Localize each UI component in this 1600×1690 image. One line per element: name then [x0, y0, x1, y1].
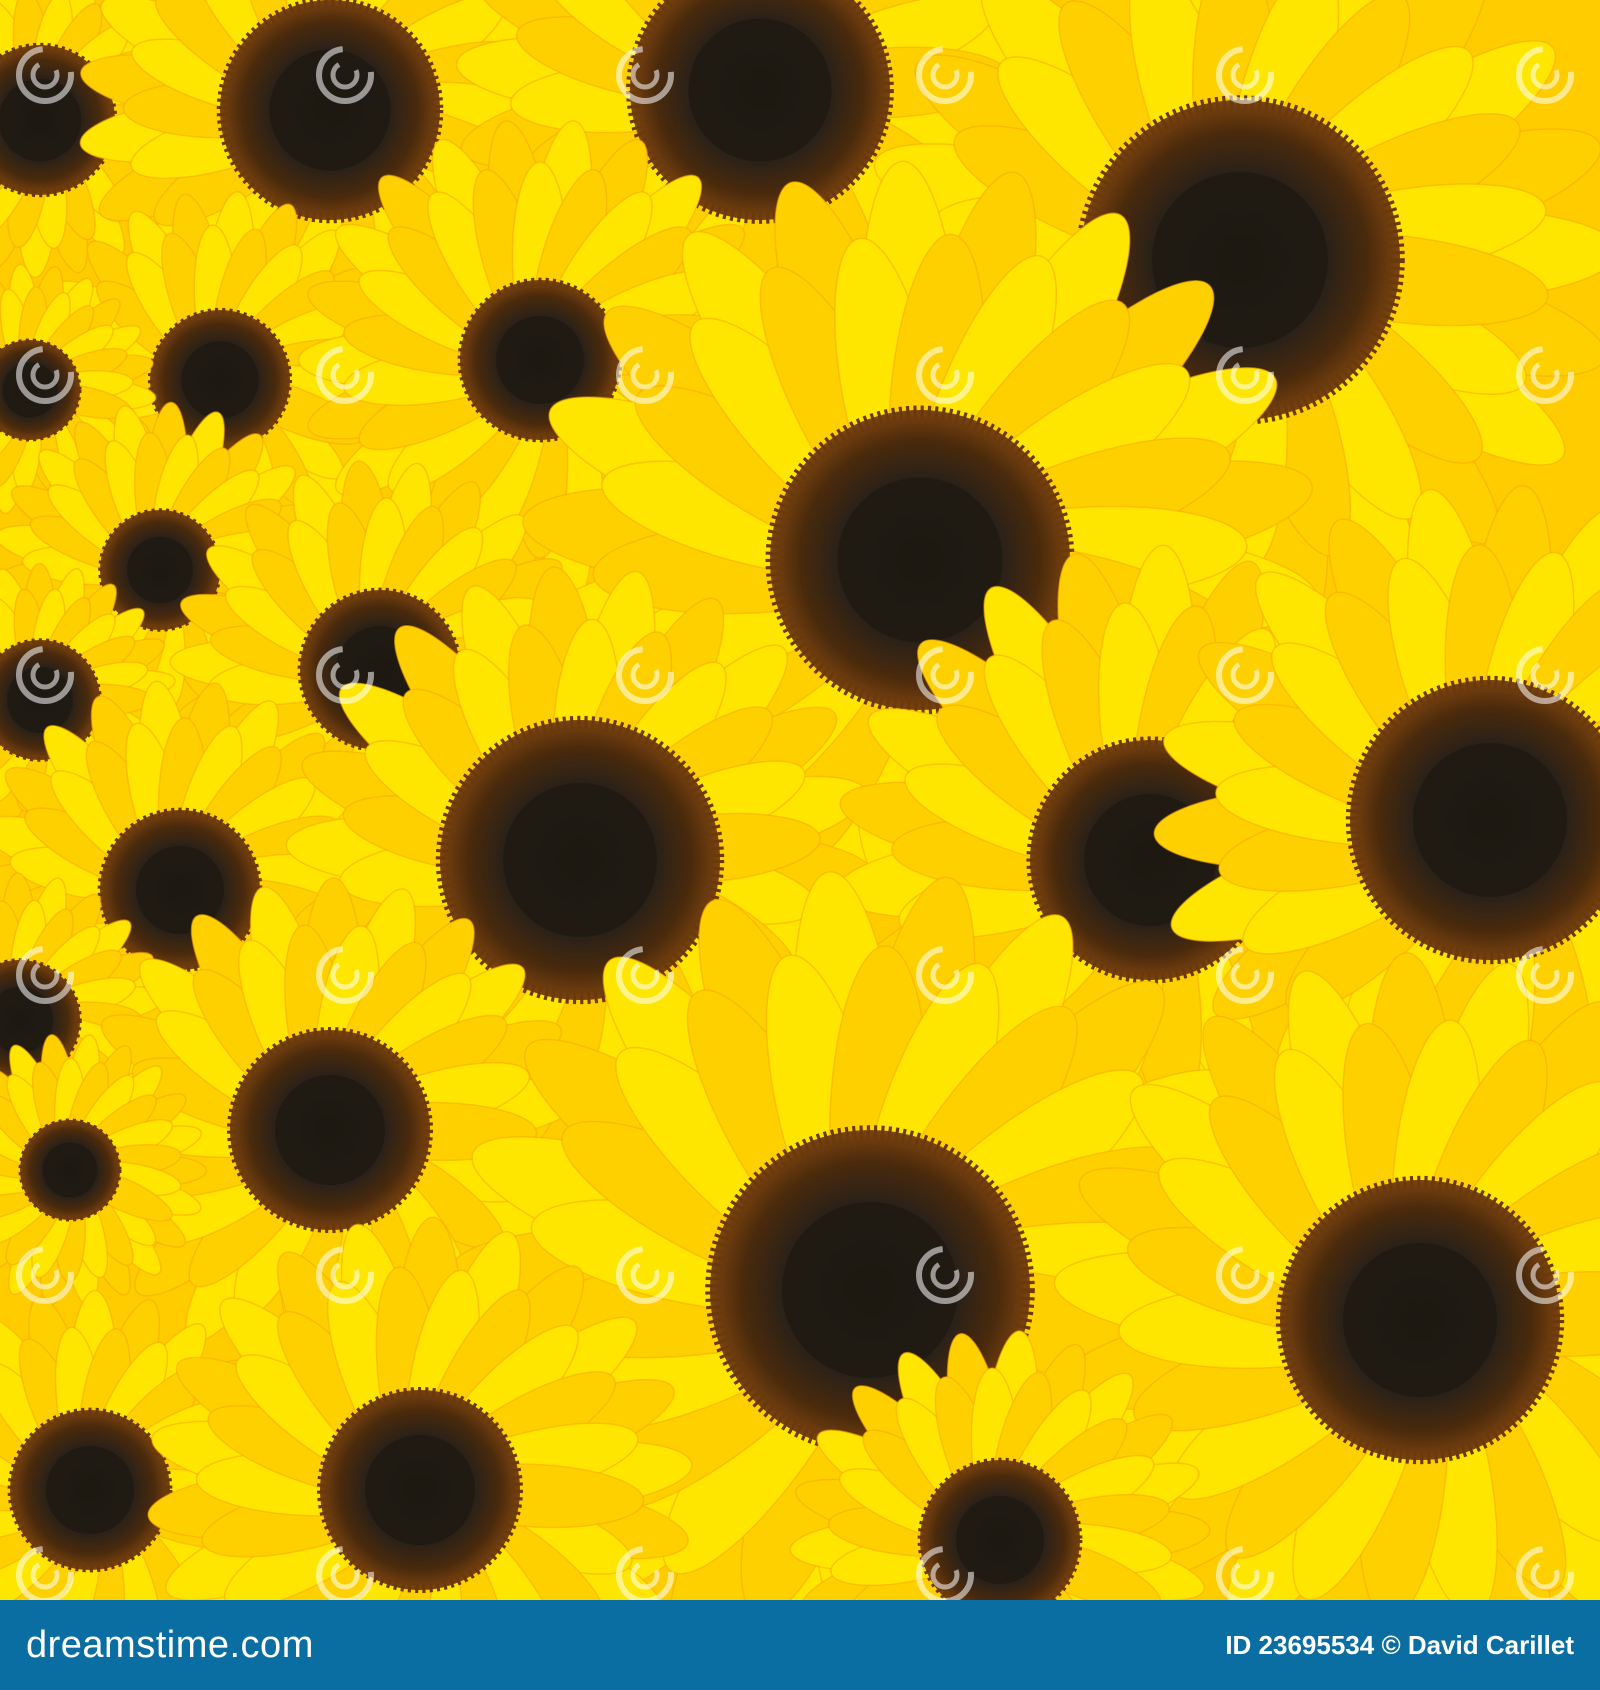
sunflower-disc-core — [503, 783, 657, 937]
sunflower-disc-core — [275, 1075, 385, 1185]
flower-layer — [0, 0, 1600, 1600]
sunflower-disc-core — [496, 316, 584, 404]
sunflower-disc-core — [782, 1202, 958, 1378]
sunflower-disc-core — [837, 477, 1003, 643]
sunflower-disc-core — [1343, 1243, 1497, 1397]
sunflower-disc-core — [956, 1496, 1044, 1584]
image-credit: ID 23695534 © David Carillet — [1225, 1629, 1574, 1660]
sunflower-disc-core — [2, 362, 58, 418]
sunflower-disc-core — [688, 18, 832, 162]
stock-photo-page: dreamstime.com ID 23695534 © David Caril… — [0, 0, 1600, 1690]
sunflower-field — [0, 0, 1600, 1600]
sunflower-disc-core — [46, 1446, 134, 1534]
sunflower-disc-core — [1413, 743, 1567, 897]
sunflower-disc-core — [269, 49, 391, 171]
dreamstime-brand[interactable]: dreamstime.com — [26, 1624, 314, 1667]
sunflower-disc-core — [127, 537, 193, 603]
stock-footer-bar: dreamstime.com ID 23695534 © David Caril… — [0, 1600, 1600, 1690]
sunflower-disc-core — [365, 1435, 475, 1545]
sunflower-photo — [0, 0, 1600, 1600]
sunflower-disc-core — [42, 1142, 98, 1198]
sunflower-disc-core — [181, 341, 259, 419]
